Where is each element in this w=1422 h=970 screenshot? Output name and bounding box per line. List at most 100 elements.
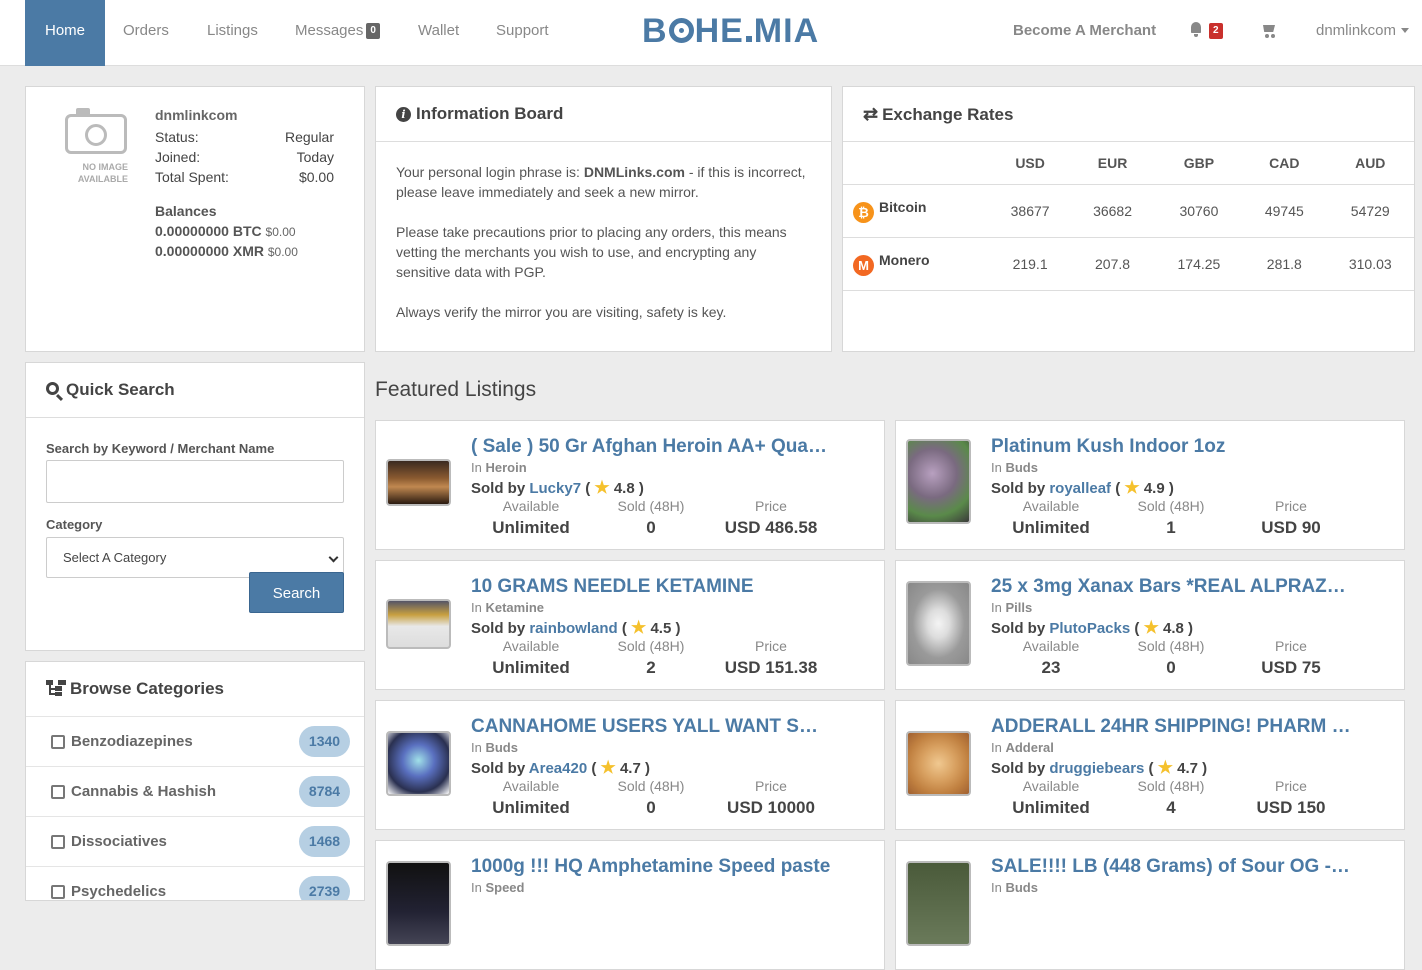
checkbox[interactable] — [51, 785, 65, 799]
listing-category-link[interactable]: Buds — [1005, 880, 1038, 895]
username: dnmlinkcom — [1316, 22, 1397, 39]
listing-title-link[interactable]: Platinum Kush Indoor 1oz — [991, 436, 1351, 458]
star-icon: ★ — [631, 618, 647, 637]
sold48-header: Sold (48H) — [617, 638, 685, 654]
listing-thumbnail[interactable] — [386, 731, 451, 796]
listing-title-link[interactable]: 25 x 3mg Xanax Bars *REAL ALPRAZOLAM* — [991, 576, 1351, 598]
listing-thumbnail[interactable] — [386, 861, 451, 946]
nav-messages[interactable]: Messages 0 — [295, 0, 380, 66]
listing-category-link[interactable]: Buds — [1005, 460, 1038, 475]
search-button[interactable]: Search — [249, 572, 344, 613]
listing-card[interactable]: ADDERALL 24HR SHIPPING! PHARM GRADE In Ad… — [895, 700, 1405, 830]
browse-categories-panel: Browse Categories Benzodiazepines 1340 Ca… — [25, 661, 365, 901]
cart-icon[interactable] — [1260, 23, 1276, 38]
price-value: USD 90 — [1261, 518, 1321, 537]
listing-title-link[interactable]: CANNAHOME USERS YALL WANT SOME — [471, 716, 831, 738]
user-menu[interactable]: dnmlinkcom — [1316, 0, 1410, 62]
become-merchant-link[interactable]: Become A Merchant — [1013, 0, 1156, 62]
btc-balance: 0.00000000 BTC $0.00 — [155, 223, 296, 239]
price-value: USD 75 — [1261, 658, 1321, 677]
nav-listings[interactable]: Listings — [207, 0, 258, 66]
listing-thumbnail[interactable] — [906, 439, 971, 524]
sold48-value: 2 — [646, 658, 656, 677]
search-icon — [46, 382, 59, 395]
category-item[interactable]: Benzodiazepines 1340 — [26, 716, 364, 766]
profile-panel: NO IMAGE AVAILABLE dnmlinkcom Status: Regu… — [25, 86, 365, 352]
price-header: Price — [1275, 638, 1307, 654]
merchant-rating: 4.7 — [619, 760, 641, 777]
listing-title-link[interactable]: ( Sale ) 50 Gr Afghan Heroin AA+ Quality — [471, 436, 831, 458]
merchant-link[interactable]: PlutoPacks — [1049, 620, 1130, 637]
available-value: 23 — [1041, 658, 1061, 677]
monero-icon: M — [853, 254, 874, 276]
listing-thumbnail[interactable] — [906, 861, 971, 946]
available-value: Unlimited — [492, 798, 570, 817]
listing-category-link[interactable]: Buds — [485, 740, 518, 755]
listing-card[interactable]: 25 x 3mg Xanax Bars *REAL ALPRAZOLAM* In … — [895, 560, 1405, 690]
checkbox[interactable] — [51, 835, 65, 849]
available-header: Available — [1022, 498, 1080, 514]
merchant-rating: 4.9 — [1143, 480, 1165, 497]
listing-seller: Sold by royalleaf ( ★ 4.9 ) — [991, 478, 1174, 497]
listing-card[interactable]: 1000g !!! HQ Amphetamine Speed paste In S… — [375, 840, 885, 970]
available-value: Unlimited — [1012, 798, 1090, 817]
listing-category-link[interactable]: Adderal — [1005, 740, 1053, 755]
bell-icon[interactable] — [1189, 22, 1203, 38]
category-item[interactable]: Dissociatives 1468 — [26, 816, 364, 866]
listing-title-link[interactable]: ADDERALL 24HR SHIPPING! PHARM GRADE — [991, 716, 1351, 738]
listing-thumbnail[interactable] — [906, 581, 971, 666]
star-icon: ★ — [1124, 478, 1140, 497]
xmr-balance: 0.00000000 XMR $0.00 — [155, 243, 298, 259]
category-item[interactable]: Cannabis & Hashish 8784 — [26, 766, 364, 816]
category-count-badge: 2739 — [299, 876, 350, 900]
profile-username: dnmlinkcom — [155, 107, 238, 123]
price-header: Price — [1275, 778, 1307, 794]
available-header: Available — [502, 498, 560, 514]
nav-messages-label: Messages — [295, 22, 364, 39]
bohemia-logo[interactable]: B HE MIA — [642, 13, 819, 49]
listing-title-link[interactable]: 1000g !!! HQ Amphetamine Speed paste — [471, 856, 831, 878]
merchant-link[interactable]: royalleaf — [1049, 480, 1111, 497]
top-navbar: Home Orders Listings Messages 0 Wallet Su… — [0, 0, 1422, 66]
messages-count-badge: 0 — [366, 23, 380, 39]
listing-category: In Speed — [471, 880, 525, 895]
information-board-text: Your personal login phrase is: DNMLinks.… — [396, 164, 806, 320]
merchant-link[interactable]: druggiebears — [1049, 760, 1144, 777]
listing-category-link[interactable]: Pills — [1005, 600, 1032, 615]
currency-header: CAD — [1242, 142, 1327, 185]
exchange-row-monero: M Monero 219.1 207.8 174.25 281.8 310.03 — [843, 237, 1414, 291]
listing-seller: Sold by rainbowland ( ★ 4.5 ) — [471, 618, 681, 637]
checkbox[interactable] — [51, 735, 65, 749]
nav-home[interactable]: Home — [25, 0, 106, 66]
category-item[interactable]: Psychedelics 2739 — [26, 866, 364, 900]
listing-category-link[interactable]: Heroin — [485, 460, 526, 475]
chevron-down-icon — [328, 552, 339, 563]
listing-title-link[interactable]: 10 GRAMS NEEDLE KETAMINE — [471, 576, 831, 598]
nav-orders[interactable]: Orders — [123, 0, 169, 66]
listing-title-link[interactable]: SALE!!!! LB (448 Grams) of Sour OG - Fir… — [991, 856, 1351, 878]
listing-category-link[interactable]: Speed — [485, 880, 524, 895]
merchant-link[interactable]: Lucky7 — [529, 480, 581, 497]
sold48-value: 4 — [1166, 798, 1176, 817]
listing-thumbnail[interactable] — [386, 599, 451, 649]
available-header: Available — [1022, 638, 1080, 654]
listing-card[interactable]: CANNAHOME USERS YALL WANT SOME In Buds Sol… — [375, 700, 885, 830]
listing-card[interactable]: 10 GRAMS NEEDLE KETAMINE In Ketamine Sold … — [375, 560, 885, 690]
listing-thumbnail[interactable] — [386, 459, 451, 506]
listing-card[interactable]: Platinum Kush Indoor 1oz In Buds Sold by r… — [895, 420, 1405, 550]
merchant-link[interactable]: rainbowland — [529, 620, 617, 637]
camera-icon — [65, 108, 127, 154]
available-value: Unlimited — [492, 518, 570, 537]
listing-category-link[interactable]: Ketamine — [485, 600, 544, 615]
nav-wallet[interactable]: Wallet — [418, 0, 459, 66]
price-header: Price — [755, 638, 787, 654]
sold48-value: 1 — [1166, 518, 1176, 537]
listing-thumbnail[interactable] — [906, 731, 971, 796]
listing-card[interactable]: SALE!!!! LB (448 Grams) of Sour OG - Fir… — [895, 840, 1405, 970]
merchant-rating: 4.8 — [613, 480, 635, 497]
nav-support[interactable]: Support — [496, 0, 549, 66]
keyword-search-input[interactable] — [46, 460, 344, 503]
merchant-link[interactable]: Area420 — [529, 760, 587, 777]
listing-card[interactable]: ( Sale ) 50 Gr Afghan Heroin AA+ Quality… — [375, 420, 885, 550]
checkbox[interactable] — [51, 885, 65, 899]
